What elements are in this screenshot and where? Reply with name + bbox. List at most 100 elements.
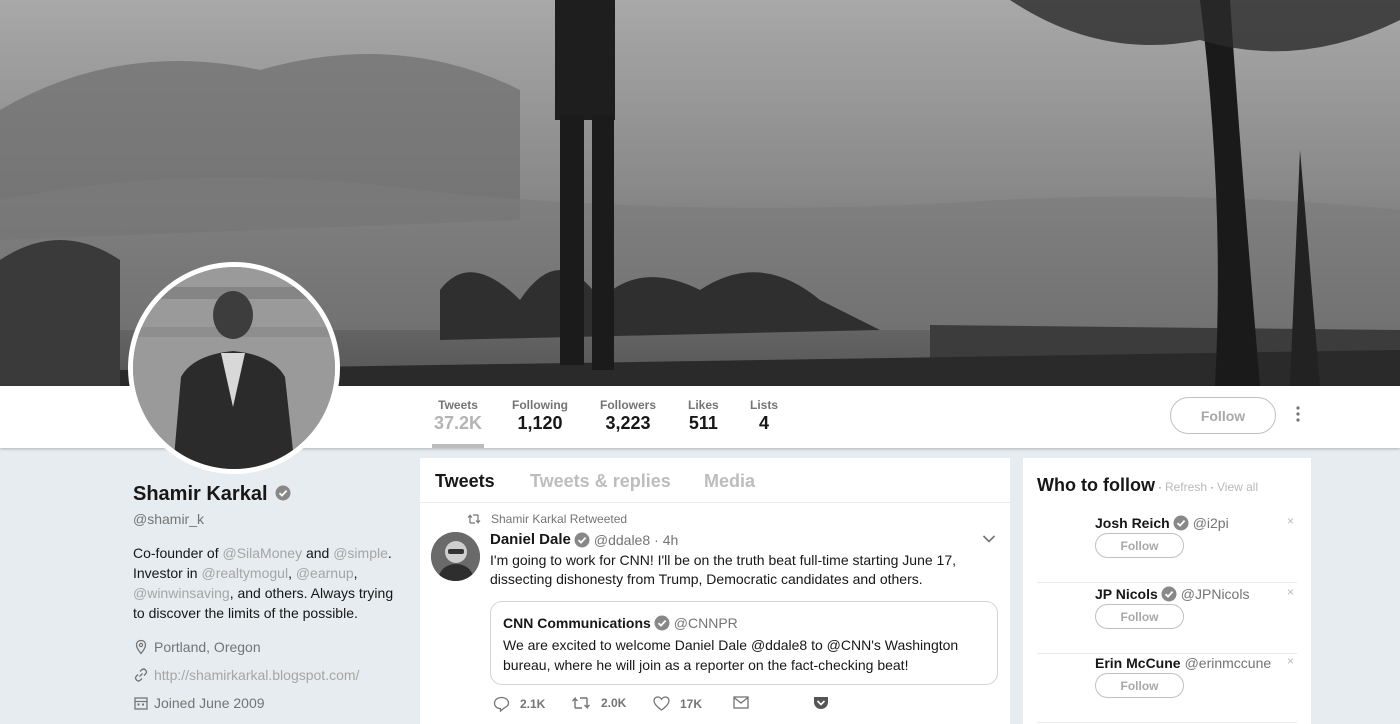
dismiss-icon[interactable]: × <box>1287 514 1294 528</box>
link-icon <box>134 667 148 682</box>
tweet-text: I'm going to work for CNN! I'll be on th… <box>490 552 957 587</box>
stat-likes[interactable]: Likes 511 <box>688 398 719 434</box>
retweet-context: Shamir Karkal Retweeted <box>467 512 627 526</box>
reply-button[interactable]: 2.1K <box>493 696 545 712</box>
tweet-author-name[interactable]: Daniel Dale <box>490 531 571 548</box>
stat-lists[interactable]: Lists 4 <box>750 398 778 434</box>
profile-card: Shamir Karkal @shamir_k Co-founder of @S… <box>133 483 395 711</box>
calendar-icon <box>134 696 148 710</box>
suggestion-handle[interactable]: @JPNicols <box>1181 586 1250 602</box>
tab-media[interactable]: Media <box>704 471 755 492</box>
avatar-photo <box>133 267 335 469</box>
bio-mention-link[interactable]: @earnup <box>296 565 354 581</box>
profile-name: Shamir Karkal <box>133 483 268 505</box>
suggestion-name[interactable]: Josh Reich <box>1095 515 1170 531</box>
stat-value: 1,120 <box>517 413 563 433</box>
suggestion-item: JP Nicols @JPNicols × Follow <box>1037 585 1297 654</box>
separator-dot: · <box>1157 480 1162 494</box>
suggestion-header: Erin McCune @erinmccune <box>1095 655 1271 671</box>
verified-badge-icon <box>1173 515 1189 531</box>
chevron-down-icon[interactable] <box>982 534 996 544</box>
tab-tweets-replies[interactable]: Tweets & replies <box>530 471 671 492</box>
retweet-icon <box>572 696 590 710</box>
pocket-button[interactable] <box>813 696 839 710</box>
stat-label: Tweets <box>438 398 478 412</box>
mail-icon <box>733 696 749 709</box>
quoted-tweet-text: We are excited to welcome Daniel Dale @d… <box>503 637 959 673</box>
suggestion-follow-button[interactable]: Follow <box>1095 604 1184 629</box>
quoted-author-handle: @CNNPR <box>673 615 738 631</box>
reply-icon <box>493 696 510 712</box>
heart-icon <box>653 696 670 711</box>
stat-value: 37.2K <box>434 413 483 433</box>
location-text: Portland, Oregon <box>154 638 261 655</box>
stat-label: Likes <box>688 398 719 412</box>
bio-text: and <box>302 545 334 561</box>
stat-value: 4 <box>759 413 770 433</box>
stat-label: Followers <box>600 398 657 412</box>
follow-button[interactable]: Follow <box>1170 397 1276 434</box>
dismiss-icon[interactable]: × <box>1287 585 1294 599</box>
reply-count: 2.1K <box>520 697 546 711</box>
bio-text: , <box>353 565 358 581</box>
suggestion-name[interactable]: JP Nicols <box>1095 586 1158 602</box>
bio-mention-link[interactable]: @winwinsaving <box>133 585 230 601</box>
bio-mention-link[interactable]: @SilaMoney <box>223 545 303 561</box>
bio-mention-link[interactable]: @realtymogul <box>201 565 288 581</box>
retweet-context-text: Shamir Karkal Retweeted <box>491 512 628 526</box>
verified-badge-icon <box>654 615 670 631</box>
timeline-tabs: Tweets Tweets & replies Media <box>420 458 1010 503</box>
verified-badge-icon <box>574 532 590 547</box>
suggestion-item: Josh Reich @i2pi × Follow <box>1037 514 1297 583</box>
profile-bio: Co-founder of @SilaMoney and @simple. In… <box>133 543 395 623</box>
suggestion-header: JP Nicols @JPNicols <box>1095 586 1249 602</box>
stat-tweets[interactable]: Tweets 37.2K <box>431 398 485 448</box>
suggestion-follow-button[interactable]: Follow <box>1095 533 1184 558</box>
separator-dot: · <box>1210 480 1214 494</box>
suggestion-follow-button[interactable]: Follow <box>1095 673 1184 698</box>
who-to-follow-header: Who to follow · Refresh · View all <box>1037 475 1258 496</box>
retweet-icon <box>467 514 481 524</box>
bio-text: Co-founder of <box>133 545 223 561</box>
tweet-timestamp[interactable]: · 4h <box>654 532 678 548</box>
stat-following[interactable]: Following 1,120 <box>512 398 568 434</box>
quoted-author-name: CNN Communications <box>503 615 651 631</box>
profile-handle: @shamir_k <box>133 511 205 527</box>
view-all-link[interactable]: View all <box>1217 480 1258 494</box>
suggestion-item: Erin McCune @erinmccune × Follow <box>1037 654 1297 723</box>
more-vertical-icon[interactable] <box>1292 406 1304 426</box>
retweet-button[interactable]: 2.0K <box>571 696 626 710</box>
quoted-tweet[interactable]: CNN Communications @CNNPR We are excited… <box>490 601 998 685</box>
profile-website[interactable]: http://shamirkarkal.blogspot.com/ <box>133 666 395 683</box>
bio-text: , <box>288 565 296 581</box>
dismiss-icon[interactable]: × <box>1287 654 1294 668</box>
quoted-tweet-header: CNN Communications @CNNPR <box>503 615 738 631</box>
suggestion-header: Josh Reich @i2pi <box>1095 515 1229 531</box>
who-to-follow: Who to follow · Refresh · View all Josh … <box>1023 458 1311 724</box>
website-link[interactable]: http://shamirkarkal.blogspot.com/ <box>154 667 359 683</box>
stat-label: Lists <box>750 398 779 412</box>
verified-badge-icon <box>1161 586 1177 602</box>
pocket-icon <box>814 697 828 709</box>
verified-badge-icon <box>275 485 291 501</box>
tweet-avatar-photo <box>431 532 480 581</box>
stat-followers[interactable]: Followers 3,223 <box>600 398 656 434</box>
tweet-author-avatar[interactable] <box>431 532 480 581</box>
refresh-link[interactable]: Refresh <box>1165 480 1207 494</box>
retweet-count: 2.0K <box>601 696 627 710</box>
tweet-actions: 2.1K 2.0K 17K <box>493 696 853 716</box>
message-button[interactable] <box>733 696 759 709</box>
timeline: Tweets Tweets & replies Media Shamir Kar… <box>420 458 1010 724</box>
like-button[interactable]: 17K <box>653 696 702 711</box>
stat-value: 3,223 <box>605 413 651 433</box>
suggestion-handle[interactable]: @i2pi <box>1193 515 1229 531</box>
suggestion-name[interactable]: Erin McCune <box>1095 655 1181 671</box>
suggestion-handle[interactable]: @erinmccune <box>1185 655 1272 671</box>
tweet-author-handle[interactable]: @ddale8 <box>594 532 650 548</box>
tweet-header: Daniel Dale @ddale8 · 4h <box>490 531 678 548</box>
tab-tweets[interactable]: Tweets <box>435 471 495 492</box>
who-to-follow-title: Who to follow <box>1037 475 1155 495</box>
bio-mention-link[interactable]: @simple <box>333 545 388 561</box>
profile-avatar[interactable] <box>128 262 340 474</box>
stat-label: Following <box>512 398 568 412</box>
